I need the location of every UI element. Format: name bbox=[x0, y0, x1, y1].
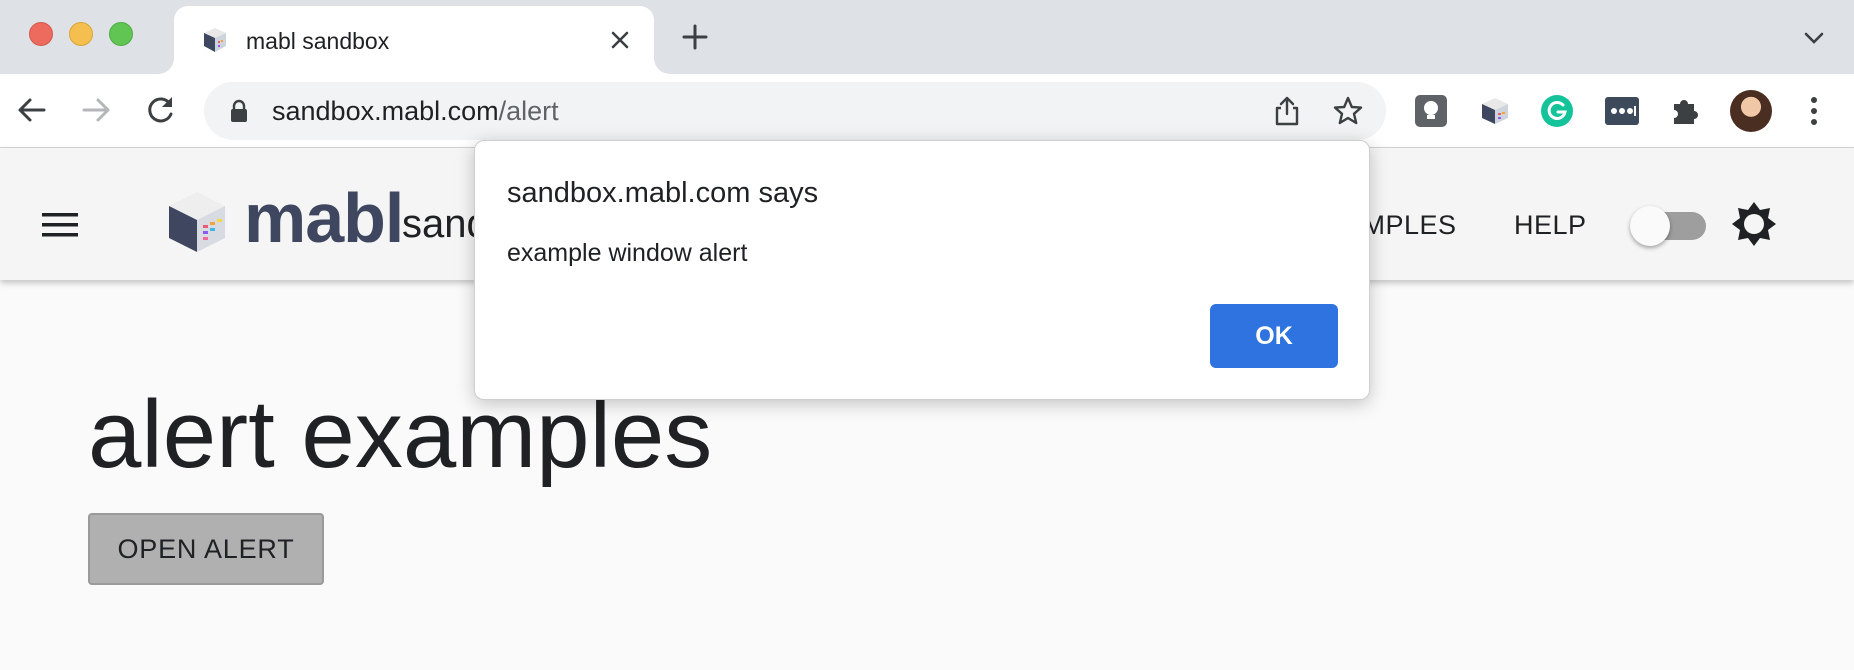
back-arrow-icon[interactable] bbox=[14, 92, 50, 128]
tab-title: mabl sandbox bbox=[246, 28, 390, 54]
more-vert-icon[interactable] bbox=[1806, 94, 1822, 128]
dialog-title: sandbox.mabl.com says bbox=[507, 177, 819, 209]
close-window-button[interactable] bbox=[29, 22, 53, 46]
url-host: sandbox.mabl.com bbox=[272, 96, 499, 126]
reload-icon[interactable] bbox=[142, 92, 178, 128]
minimize-window-button[interactable] bbox=[69, 22, 93, 46]
forward-arrow-icon[interactable] bbox=[78, 92, 114, 128]
hamburger-menu-icon[interactable] bbox=[40, 210, 80, 240]
mabl-cube-icon bbox=[204, 28, 226, 52]
url-path: /alert bbox=[498, 96, 559, 126]
alert-dialog: sandbox.mabl.com says example window ale… bbox=[474, 140, 1370, 400]
nav-help-link[interactable]: HELP bbox=[1514, 210, 1587, 241]
browser-tabstrip: mabl sandbox bbox=[0, 0, 1854, 74]
browser-toolbar: sandbox.mabl.com/alert bbox=[0, 74, 1854, 148]
puzzle-extensions-icon[interactable] bbox=[1666, 92, 1704, 130]
grammarly-extension-icon[interactable] bbox=[1538, 92, 1576, 130]
dialog-message: example window alert bbox=[507, 239, 748, 267]
address-bar[interactable]: sandbox.mabl.com/alert bbox=[204, 82, 1386, 140]
ok-button[interactable]: OK bbox=[1210, 304, 1338, 368]
mabl-extension-icon[interactable] bbox=[1476, 92, 1514, 130]
star-icon[interactable] bbox=[1332, 95, 1364, 127]
theme-toggle-knob[interactable] bbox=[1630, 206, 1670, 246]
url-text[interactable]: sandbox.mabl.com/alert bbox=[272, 96, 559, 127]
lock-icon[interactable] bbox=[230, 99, 248, 123]
mabl-logo-icon bbox=[169, 192, 225, 252]
lightbulb-extension-icon[interactable] bbox=[1412, 92, 1450, 130]
chevron-down-icon[interactable] bbox=[1800, 28, 1828, 48]
zoom-window-button[interactable] bbox=[109, 22, 133, 46]
logo-text[interactable]: mabl bbox=[244, 178, 404, 258]
share-icon[interactable] bbox=[1272, 95, 1302, 127]
plus-icon[interactable] bbox=[680, 22, 710, 52]
open-alert-button[interactable]: OPEN ALERT bbox=[88, 513, 324, 585]
browser-tab[interactable]: mabl sandbox bbox=[174, 6, 654, 74]
brightness-icon[interactable] bbox=[1730, 200, 1778, 248]
password-manager-extension-icon[interactable] bbox=[1603, 92, 1641, 130]
profile-avatar[interactable] bbox=[1730, 90, 1772, 132]
close-icon[interactable] bbox=[604, 24, 636, 56]
